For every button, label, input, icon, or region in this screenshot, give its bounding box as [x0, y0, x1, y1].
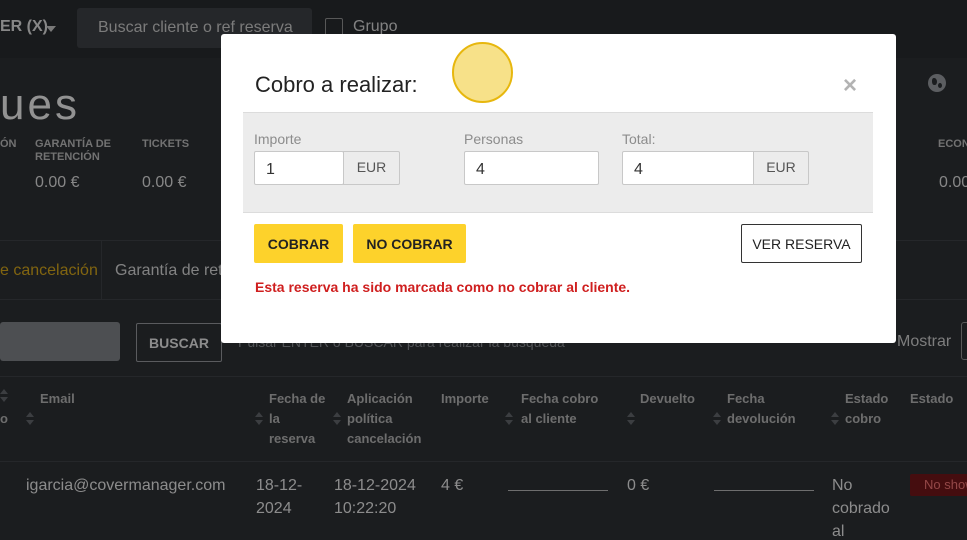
personas-label: Personas: [464, 131, 524, 147]
warning-message: Esta reserva ha sido marcada como no cob…: [255, 279, 631, 295]
cobrar-button[interactable]: COBRAR: [254, 224, 343, 263]
importe-label: Importe: [254, 131, 302, 147]
cursor-highlight: [452, 42, 513, 103]
cobro-modal: Cobro a realizar: × Importe 1 EUR Person…: [221, 34, 896, 343]
importe-input[interactable]: 1: [254, 151, 344, 185]
total-label: Total:: [622, 131, 656, 147]
importe-currency: EUR: [343, 151, 400, 185]
total-currency: EUR: [753, 151, 809, 185]
personas-input[interactable]: 4: [464, 151, 599, 185]
close-icon[interactable]: ×: [843, 74, 857, 98]
ver-reserva-button[interactable]: VER RESERVA: [741, 224, 862, 263]
total-input[interactable]: 4: [622, 151, 755, 185]
modal-title: Cobro a realizar:: [255, 72, 418, 97]
fields-panel: Importe 1 EUR Personas 4 Total: 4 EUR: [243, 112, 873, 213]
no-cobrar-button[interactable]: NO COBRAR: [353, 224, 466, 263]
